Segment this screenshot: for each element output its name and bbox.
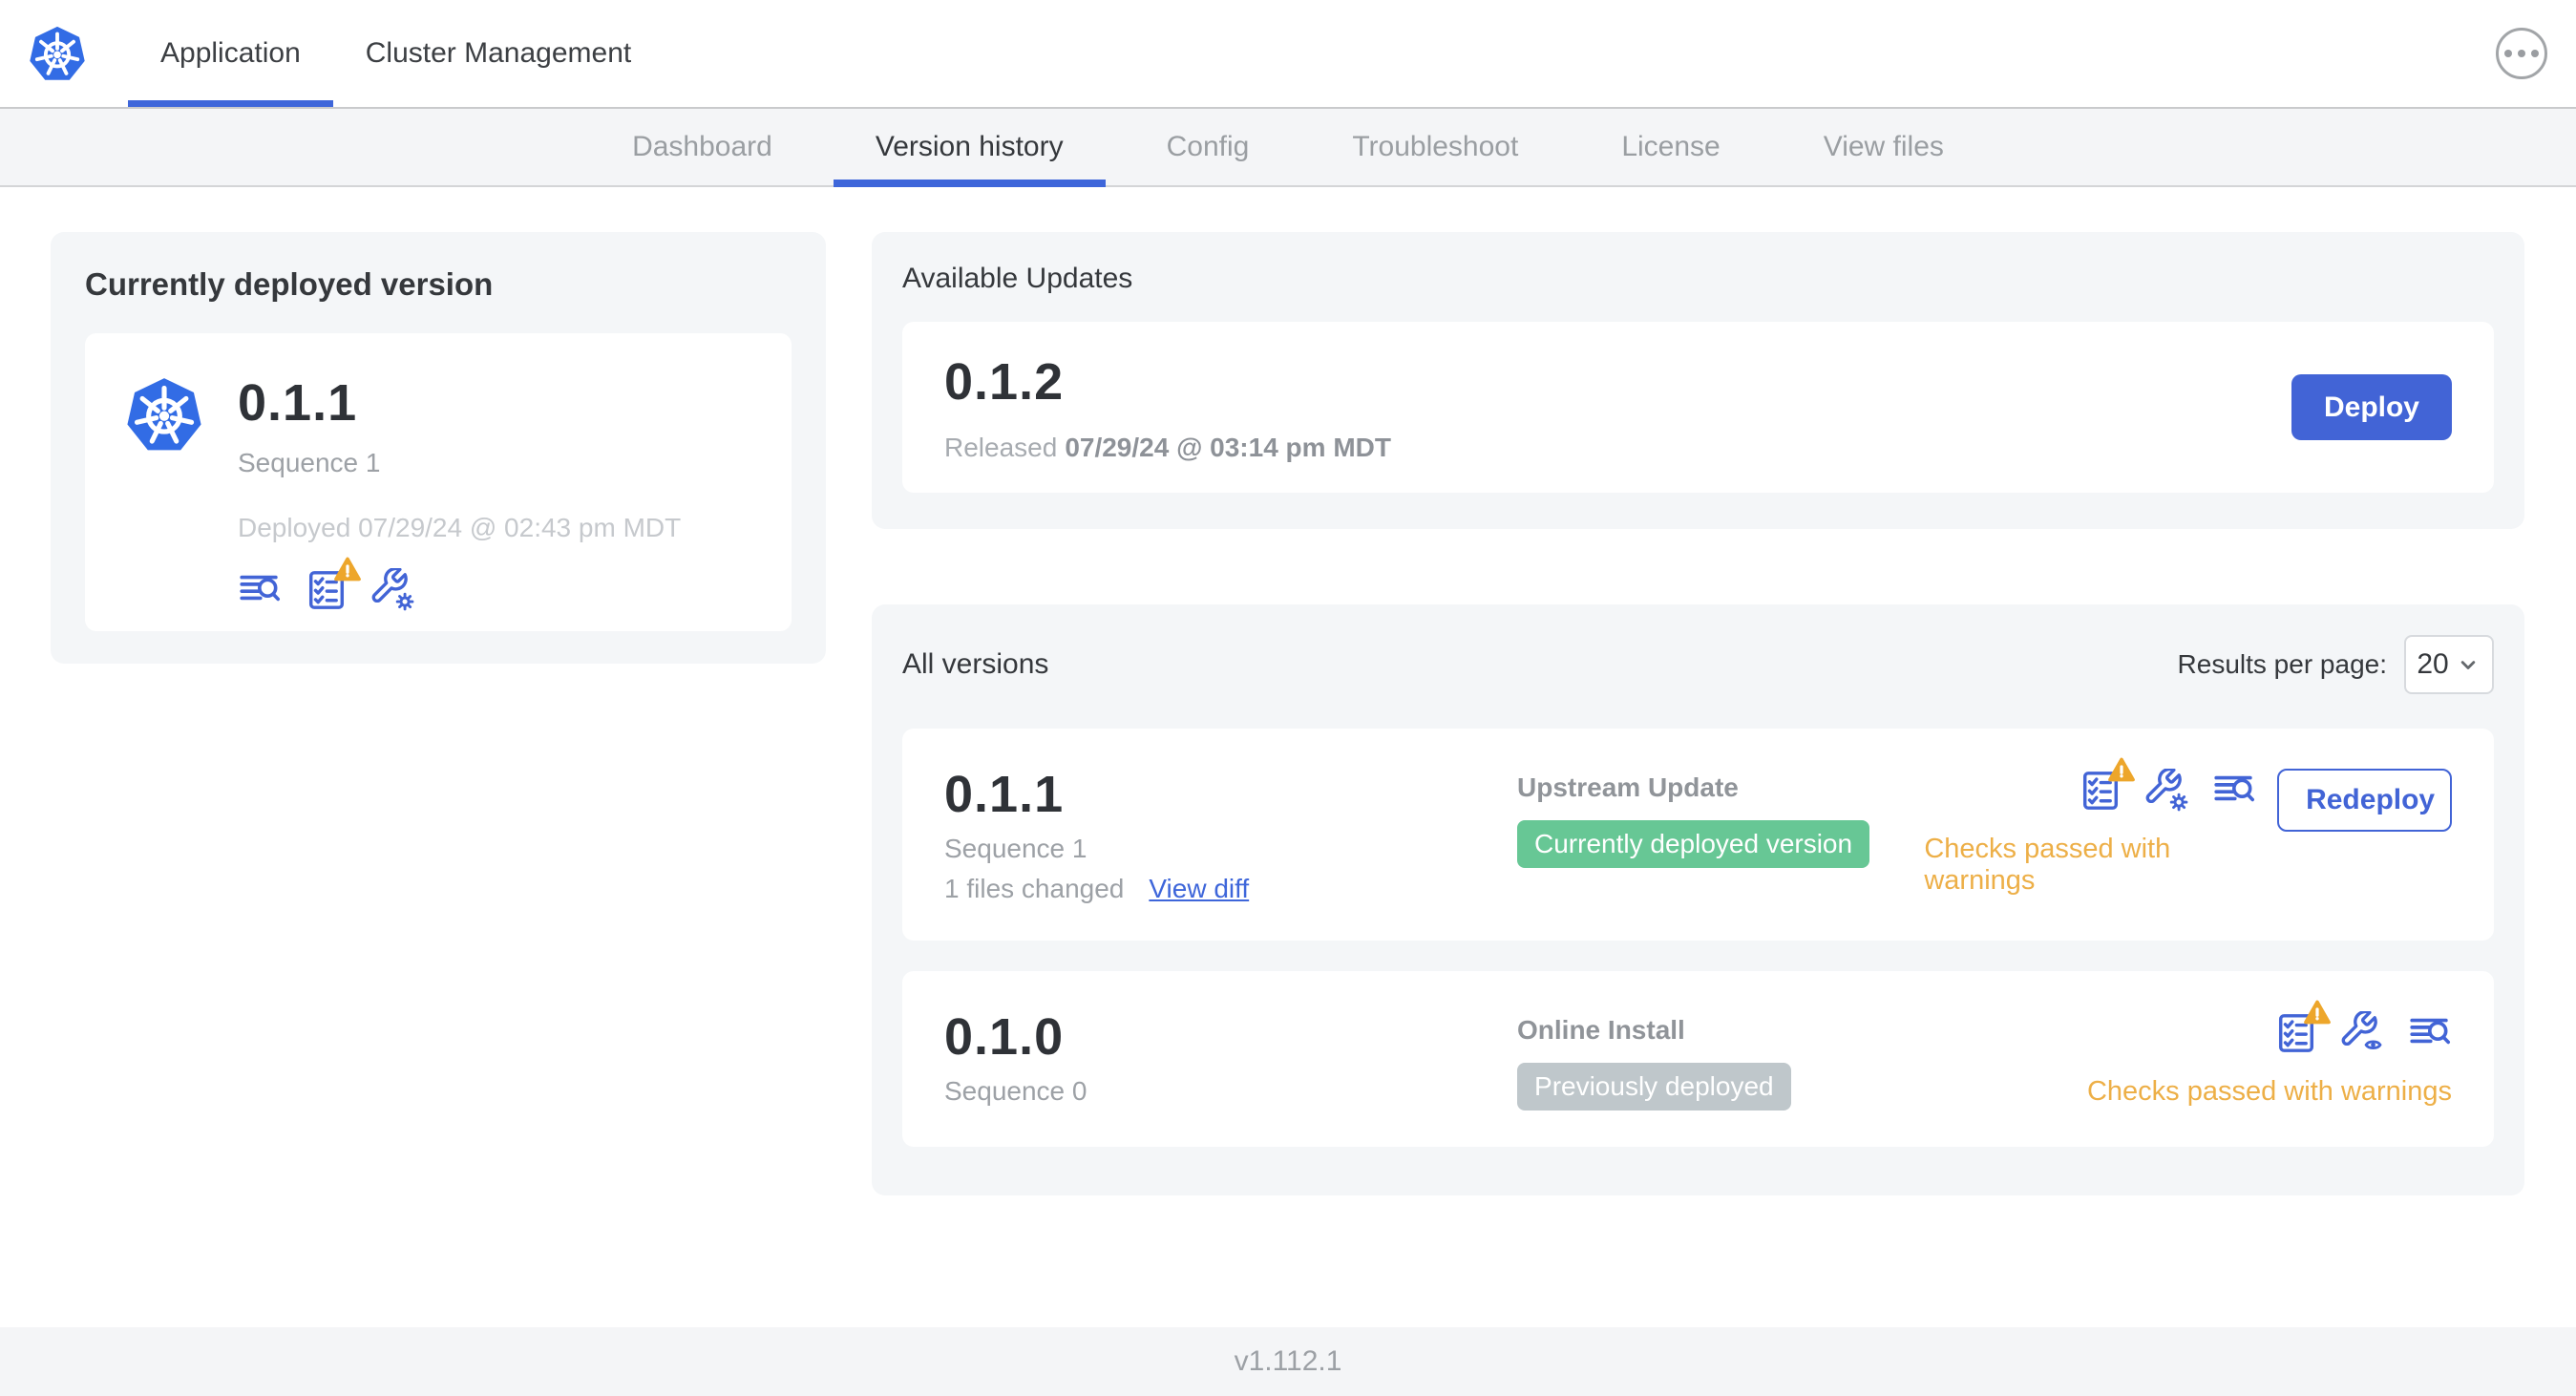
kubernetes-app-icon xyxy=(123,373,205,455)
results-per-page-value: 20 xyxy=(2417,648,2449,680)
warning-triangle-icon xyxy=(2303,999,2332,1027)
tab-version-history-label: Version history xyxy=(875,131,1064,162)
tab-cluster-management-label: Cluster Management xyxy=(365,37,632,69)
tab-dashboard[interactable]: Dashboard xyxy=(590,109,814,185)
all-versions-card: All versions Results per page: 20 0.1.1 … xyxy=(872,604,2524,1195)
warning-triangle-icon xyxy=(2107,756,2136,785)
version-info: 0.1.1 Sequence 1 1 files changed View di… xyxy=(944,765,1517,904)
results-per-page-select[interactable]: 20 xyxy=(2404,635,2494,694)
chevron-down-icon xyxy=(2455,651,2481,678)
all-versions-title: All versions xyxy=(902,648,1049,680)
deployed-actions xyxy=(238,568,681,612)
row-action-icons xyxy=(2274,1011,2452,1055)
update-version-number: 0.1.2 xyxy=(944,352,1065,411)
update-released-line: Released 07/29/24 @ 03:14 pm MDT xyxy=(944,433,1391,463)
all-versions-header: All versions Results per page: 20 xyxy=(902,635,2494,694)
version-row-0: 0.1.1 Sequence 1 1 files changed View di… xyxy=(902,729,2494,941)
tab-view-files-label: View files xyxy=(1823,131,1944,162)
kubernetes-logo-icon xyxy=(27,23,88,84)
deployed-version-number: 0.1.1 xyxy=(238,374,358,432)
redeploy-button[interactable]: Redeploy xyxy=(2277,769,2452,832)
status-badge: Currently deployed version xyxy=(1517,820,1870,868)
tab-troubleshoot[interactable]: Troubleshoot xyxy=(1310,109,1560,185)
view-diff-link[interactable]: View diff xyxy=(1149,874,1249,904)
footer: v1.112.1 xyxy=(0,1327,2576,1396)
source-label: Online Install xyxy=(1517,1015,1685,1045)
row-sequence: Sequence 1 xyxy=(944,834,1087,863)
preflight-checks-warning-icon[interactable] xyxy=(305,568,348,612)
checks-status-text[interactable]: Checks passed with warnings xyxy=(2087,1076,2452,1108)
tab-cluster-management[interactable]: Cluster Management xyxy=(333,0,664,107)
version-info: 0.1.0 Sequence 0 xyxy=(944,1007,1517,1107)
row-sequence: Sequence 0 xyxy=(944,1076,1087,1106)
files-changed-count: 1 files changed xyxy=(944,874,1125,903)
version-row-1: 0.1.0 Sequence 0 Online Install Previous… xyxy=(902,971,2494,1147)
tab-troubleshoot-label: Troubleshoot xyxy=(1352,131,1519,162)
files-changed-line: 1 files changed View diff xyxy=(944,874,1517,904)
deploy-logs-icon[interactable] xyxy=(2408,1011,2452,1055)
deploy-button[interactable]: Deploy xyxy=(2291,374,2452,440)
tab-config-label: Config xyxy=(1166,131,1250,162)
update-row: 0.1.2 Released 07/29/24 @ 03:14 pm MDT De… xyxy=(902,322,2494,493)
checks-stack: Checks passed with warnings xyxy=(2087,1011,2452,1108)
warning-triangle-icon xyxy=(333,556,362,584)
deployed-sequence: Sequence 1 xyxy=(238,448,381,477)
version-rows: 0.1.1 Sequence 1 1 files changed View di… xyxy=(902,729,2494,1147)
tab-dashboard-label: Dashboard xyxy=(632,131,772,162)
console-version: v1.112.1 xyxy=(1234,1345,1342,1377)
tab-license[interactable]: License xyxy=(1579,109,1762,185)
released-prefix: Released xyxy=(944,432,1058,462)
tab-version-history[interactable]: Version history xyxy=(833,109,1106,187)
tab-config[interactable]: Config xyxy=(1125,109,1292,185)
results-per-page: Results per page: 20 xyxy=(2178,635,2494,694)
edit-config-icon[interactable] xyxy=(2145,769,2189,813)
currently-deployed-title: Currently deployed version xyxy=(85,266,494,302)
version-actions: Checks passed with warnings Redeploy xyxy=(1924,765,2452,897)
preflight-checks-warning-icon[interactable] xyxy=(2274,1011,2318,1055)
row-version-number: 0.1.1 xyxy=(944,766,1065,823)
status-badge: Previously deployed xyxy=(1517,1063,1791,1110)
tab-application-label: Application xyxy=(160,37,301,69)
deploy-logs-icon[interactable] xyxy=(2212,769,2256,813)
app-sub-nav: Dashboard Version history Config Trouble… xyxy=(0,107,2576,187)
deployed-timestamp: Deployed 07/29/24 @ 02:43 pm MDT xyxy=(238,513,682,542)
edit-config-icon[interactable] xyxy=(371,568,415,612)
row-action-icons xyxy=(2079,769,2256,813)
currently-deployed-card: Currently deployed version 0.1.1 Sequenc… xyxy=(51,232,826,664)
released-timestamp: 07/29/24 @ 03:14 pm MDT xyxy=(1065,432,1391,462)
available-updates-title: Available Updates xyxy=(902,263,1133,294)
tab-application[interactable]: Application xyxy=(128,0,333,107)
top-nav: Application Cluster Management xyxy=(0,0,2576,107)
version-source: Online Install Previously deployed xyxy=(1517,1007,1924,1110)
view-config-icon[interactable] xyxy=(2341,1011,2385,1055)
results-per-page-label: Results per page: xyxy=(2177,649,2387,679)
deploy-logs-icon[interactable] xyxy=(238,568,282,612)
tab-view-files[interactable]: View files xyxy=(1782,109,1986,185)
tab-license-label: License xyxy=(1621,131,1721,162)
preflight-checks-warning-icon[interactable] xyxy=(2079,769,2122,813)
version-source: Upstream Update Currently deployed versi… xyxy=(1517,765,1924,868)
available-updates-card: Available Updates 0.1.2 Released 07/29/24… xyxy=(872,232,2524,529)
admin-console-page: Application Cluster Management Dashboard… xyxy=(0,0,2576,1396)
version-actions: Checks passed with warnings xyxy=(1924,1007,2452,1108)
row-version-number: 0.1.0 xyxy=(944,1008,1065,1066)
ellipsis-menu-icon[interactable] xyxy=(2496,28,2547,79)
checks-status-text[interactable]: Checks passed with warnings xyxy=(1924,834,2256,897)
currently-deployed-version-card: 0.1.1 Sequence 1 Deployed 07/29/24 @ 02:… xyxy=(85,333,792,631)
checks-stack: Checks passed with warnings xyxy=(1924,769,2256,897)
source-label: Upstream Update xyxy=(1517,772,1739,802)
